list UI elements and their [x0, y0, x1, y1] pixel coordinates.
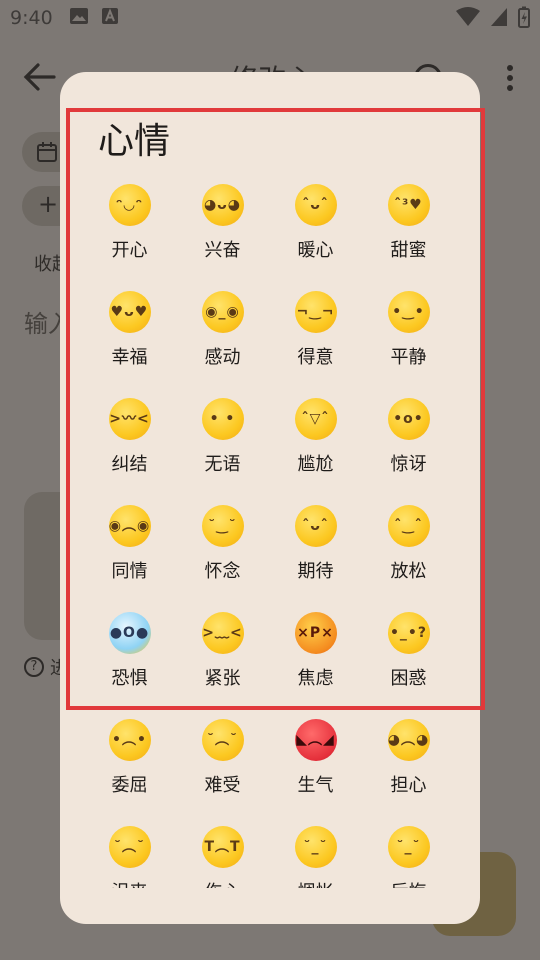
mood-label: 后悔 [391, 878, 427, 888]
mood-item[interactable]: •︵• 委屈 [83, 707, 176, 814]
gallery-notification-icon [69, 7, 89, 30]
mood-emoji-icon: ◕︵◕ [387, 719, 430, 761]
mood-label: 生气 [297, 775, 334, 796]
emoji-face: ˘︵˘ [207, 732, 238, 748]
mood-label: 委屈 [111, 775, 148, 796]
mood-item[interactable]: ◣︵◢ 生气 [269, 707, 362, 814]
mood-label: 难受 [204, 775, 241, 796]
mood-item[interactable]: T︵T 伤心 [176, 814, 269, 888]
plus-icon: + [38, 190, 59, 218]
emoji-face: •︵• [112, 732, 147, 748]
question-icon: ? [24, 657, 44, 677]
mood-emoji-icon: ˘︵˘ [201, 719, 244, 761]
emoji-face: ˘_˘ [303, 839, 328, 855]
mood-item[interactable]: ˘_˘ 后悔 [362, 814, 455, 888]
status-time: 9:40 [10, 7, 53, 29]
mood-label: 伤心 [205, 878, 241, 888]
status-bar: 9:40 [0, 0, 540, 36]
emoji-face: T︵T [204, 839, 241, 855]
emoji-face: ˘_˘ [396, 839, 421, 855]
mood-label: 惆怅 [298, 878, 334, 888]
emoji-face: ◣︵◢ [296, 732, 335, 748]
mood-emoji-icon: T︵T [201, 826, 244, 868]
mood-item[interactable]: ˘︵˘ 难受 [176, 707, 269, 814]
font-notification-icon [101, 7, 119, 30]
battery-icon [518, 6, 530, 33]
signal-icon [490, 7, 508, 32]
mood-label: 沮丧 [112, 878, 148, 888]
mood-emoji-icon: ˘_˘ [387, 826, 430, 868]
wifi-icon [456, 7, 480, 32]
mood-label: 担心 [390, 775, 427, 796]
highlight-box [66, 108, 485, 710]
back-arrow-icon[interactable] [22, 62, 58, 92]
more-vert-icon[interactable] [506, 64, 514, 92]
mood-emoji-icon: •︵• [108, 719, 151, 761]
mood-item[interactable]: ˘︵˘ 沮丧 [83, 814, 176, 888]
emoji-face: ˘︵˘ [114, 839, 145, 855]
mood-emoji-icon: ˘︵˘ [108, 826, 151, 868]
mood-emoji-icon: ◣︵◢ [294, 719, 337, 761]
calendar-icon [37, 142, 57, 162]
emoji-face: ◕︵◕ [387, 732, 430, 748]
mood-item[interactable]: ◕︵◕ 担心 [362, 707, 455, 814]
mood-item[interactable]: ˘_˘ 惆怅 [269, 814, 362, 888]
mood-emoji-icon: ˘_˘ [294, 826, 337, 868]
